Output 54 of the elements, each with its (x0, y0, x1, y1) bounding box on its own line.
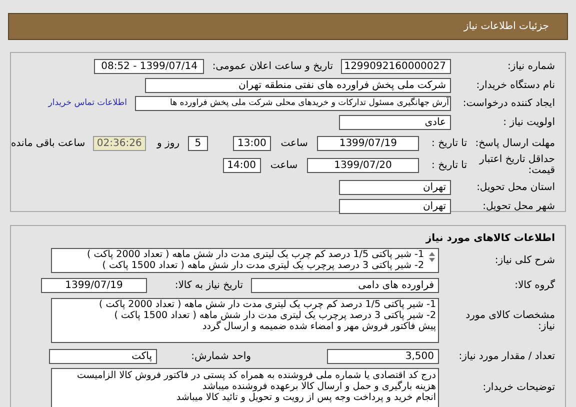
input-field[interactable]: 13:00 (233, 136, 272, 150)
field-label: مهلت ارسال پاسخ: (475, 136, 555, 150)
contact-link[interactable]: اطلاعات تماس خریدار (48, 96, 127, 110)
field-label: تاریخ نیاز به کالا: (174, 279, 243, 293)
field-label: تاریخ و ساعت اعلان عمومی: (212, 60, 333, 74)
specs-textarea[interactable]: 1- شیر پاکتی 1/5 درصد کم چرب یک لیتری مدت دار شش ماهه ( تعداد 2000 پاکت ) 2- شیر پاکتی 3 درصد پرچرب یک لیتری مدت دار شش ماهه ( تعداد 1500 پاکت ) پیش فاکتور فروش مهر و امضاء شده ضمیمه و ارسال گردد (51, 298, 439, 343)
field-label: اولویت نیاز : (502, 116, 555, 130)
field-label: شهر محل تحویل: (482, 200, 555, 214)
field-label: ساعت (280, 136, 309, 150)
input-field[interactable]: 1399/07/19 (317, 136, 419, 150)
description-line: 1- شیر پاکتی 1/5 درصد کم چرب یک لیتری مدت دار شش ماهه ( تعداد 2000 پاکت ) (86, 248, 424, 260)
specs-line: 2- شیر پاکتی 3 درصد پرچرب یک لیتری مدت دار شش ماهه ( تعداد 1500 پاکت ) (113, 310, 436, 321)
field-label: تا تاریخ : (430, 136, 467, 150)
input-field[interactable]: فراورده های دامی (251, 278, 439, 293)
input-field[interactable]: تهران (339, 199, 451, 214)
field-label: روز و (156, 136, 180, 150)
description-textarea[interactable]: 1- شیر پاکتی 1/5 درصد کم چرب یک لیتری مدت دار شش ماهه ( تعداد 2000 پاکت ) 2- شیر پاکتی 3 درصد پرچرب یک لیتری مدت دار شش ماهه ( تعداد 1500 پاکت ) (51, 248, 439, 272)
field-label: نام دستگاه خریدار: (475, 78, 555, 93)
input-field[interactable]: 1399/07/20 (307, 158, 419, 172)
field-label: تا تاریخ : (430, 158, 467, 172)
field-label: ایجاد کننده درخواست: (462, 96, 555, 110)
notes-line: انجام خرید و پرداخت وجه پس از رویت و تحویل و تائید کالا میباشد (175, 392, 436, 403)
countdown-field: 02:36:26 (93, 136, 146, 150)
description-line: 2- شیر پاکتی 3 درصد پرچرب یک لیتری مدت دار شش ماهه ( تعداد 1500 پاکت ) (102, 260, 424, 270)
input-field[interactable]: عادی (339, 114, 451, 130)
input-field[interactable]: 14:00 (223, 158, 261, 172)
field-label: مشخصات کالای مورد نیاز: (464, 310, 555, 332)
notes-line: درج کد اقتصادی یا شماره ملی فروشنده به همراه کد پستی در فاکتور فروش کالا الزامیست (76, 370, 436, 381)
input-field[interactable]: 3,500 (327, 348, 439, 364)
input-field[interactable]: تهران (339, 180, 451, 195)
specs-line: پیش فاکتور فروش مهر و امضاء شده ضمیمه و ارسال گردد (202, 321, 436, 332)
input-field[interactable]: 1399/07/14 - 08:52 (94, 58, 204, 74)
field-label: ساعت (269, 158, 299, 172)
input-field[interactable]: پاکت (49, 348, 157, 364)
input-field[interactable]: 1299092160000027 (341, 58, 451, 74)
notes-textarea[interactable]: درج کد اقتصادی یا شماره ملی فروشنده به همراه کد پستی در فاکتور فروش کالا الزامیست هزینه بارگیری و حمل و ارسال کالا برعهده فروشنده میباشد انجام خرید و پرداخت وجه پس از رویت و تحویل و تائید کالا میباشد (51, 368, 439, 407)
input-field[interactable]: 1399/07/19 (41, 278, 147, 293)
input-field[interactable]: 5 (188, 136, 208, 150)
field-label: واحد شمارش: (190, 350, 251, 364)
scroll-arrows-icon[interactable] (429, 252, 435, 262)
field-label: تعداد / مقدار مورد نیاز: (458, 350, 555, 364)
notes-line: هزینه بارگیری و حمل و ارسال کالا برعهده فروشنده میباشد (201, 381, 436, 392)
field-label: ساعت باقی مانده (11, 136, 86, 150)
input-field[interactable]: آرش جهانگیری مسئول تدارکات و خریدهای محلی شرکت ملی پخش فراورده ها (135, 96, 451, 110)
field-label: حداقل تاریخ اعتبار قیمت: (478, 154, 555, 176)
header-title: جزئیات اطلاعات نیاز (464, 20, 549, 34)
field-label: شماره نیاز: (506, 60, 555, 74)
specs-line: 1- شیر پاکتی 1/5 درصد کم چرب یک لیتری مدت دار شش ماهه ( تعداد 2000 پاکت ) (98, 299, 436, 310)
field-label: گروه کالا: (514, 278, 555, 293)
field-label: توضیحات خریدار: (482, 380, 555, 394)
field-label: استان محل تحویل: (476, 181, 555, 195)
section-title: اطلاعات کالاهای مورد نیاز (424, 232, 555, 245)
field-label: شرح کلی نیاز: (494, 254, 555, 268)
input-field[interactable]: شرکت ملی پخش فراورده های نفتی منطقه تهران (145, 78, 451, 93)
